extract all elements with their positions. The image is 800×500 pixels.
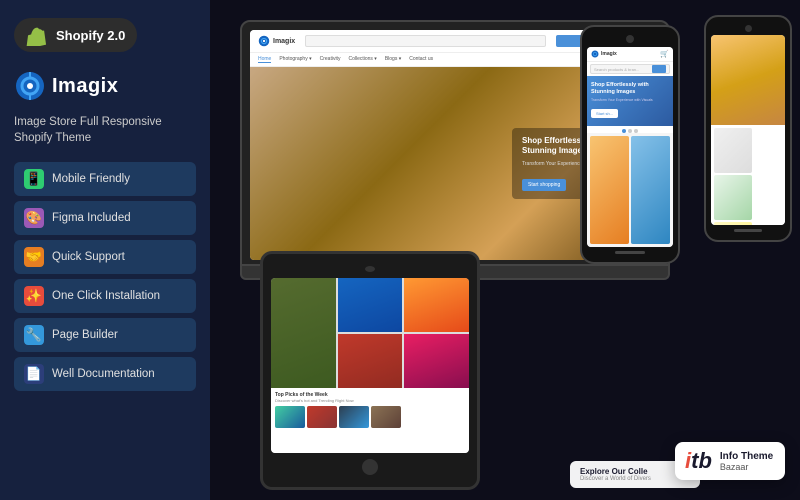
tablet-thumb-1 xyxy=(275,406,305,428)
tablet-thumb-2 xyxy=(307,406,337,428)
mobile-search: Search products & bran... xyxy=(590,64,670,74)
feature-label-one-click: One Click Installation xyxy=(52,290,160,302)
tablet-screen: Top Picks of the Week Discover what's ho… xyxy=(271,278,469,453)
feature-label-page-builder: Page Builder xyxy=(52,329,118,341)
tablet-img-1 xyxy=(271,278,336,388)
mobile-mockup: Imagix 🛒 Search products & bran... Shop … xyxy=(580,25,680,264)
mobile-product-grid xyxy=(587,133,673,247)
explore-title: Explore Our Colle xyxy=(580,467,690,476)
mobile-friendly-icon: 📱 xyxy=(24,169,44,189)
nav-blogs: Blogs ▾ xyxy=(385,56,401,63)
tablet-img-2 xyxy=(338,278,403,332)
mobile-hero-title: Shop Effortlessly with Stunning Images xyxy=(591,82,669,96)
tablet-img-5 xyxy=(404,334,469,388)
mobile-search-text: Search products & bran... xyxy=(594,67,652,72)
mobile-header: Imagix 🛒 xyxy=(587,47,673,62)
mobile-logo-text: Imagix xyxy=(601,51,617,57)
mobile-product-2 xyxy=(631,136,670,244)
itb-title: Info Theme xyxy=(720,451,773,462)
tablet-img-3 xyxy=(404,278,469,332)
tablet-bottom: Top Picks of the Week Discover what's ho… xyxy=(271,388,469,453)
tablet-img-row xyxy=(275,406,465,428)
figma-included-icon: 🎨 xyxy=(24,208,44,228)
mobile-hero-btn: Start sh... xyxy=(591,109,618,118)
mobile-cart-icon: 🛒 xyxy=(660,50,669,58)
feature-documentation[interactable]: 📄 Well Documentation xyxy=(14,357,196,391)
brand-logo: Imagix xyxy=(14,70,196,102)
shopify-icon xyxy=(26,24,48,46)
brand-icon xyxy=(14,70,46,102)
site-logo-icon xyxy=(258,35,270,47)
mobile-hero-sub: Transform Your Experience with Visuals xyxy=(591,98,669,102)
left-panel: Shopify 2.0 Imagix Image Store Full Resp… xyxy=(0,0,210,500)
mobile-search-btn xyxy=(652,65,666,73)
itb-badge: itb Info Theme Bazaar xyxy=(675,442,785,480)
mobile-product-1 xyxy=(590,136,629,244)
mobile-mockup-2 xyxy=(704,15,792,242)
site-logo-small: Imagix xyxy=(258,35,295,47)
mobile-prod-c xyxy=(714,222,752,225)
site-search-bar xyxy=(305,35,546,47)
nav-collections: Collections ▾ xyxy=(348,56,376,63)
feature-figma-included[interactable]: 🎨 Figma Included xyxy=(14,201,196,235)
tablet-frame: Top Picks of the Week Discover what's ho… xyxy=(260,251,480,490)
mobile-content-bottom xyxy=(711,125,785,225)
mobile-camera-2 xyxy=(745,25,752,32)
page-builder-icon: 🔧 xyxy=(24,325,44,345)
nav-contact: Contact us xyxy=(409,56,433,63)
nav-photography: Photography ▾ xyxy=(279,56,311,63)
mobile-screen-2 xyxy=(711,35,785,225)
mobile-camera xyxy=(626,35,634,43)
feature-quick-support[interactable]: 🤝 Quick Support xyxy=(14,240,196,274)
feature-label-documentation: Well Documentation xyxy=(52,368,155,380)
tablet-home-btn xyxy=(362,459,378,475)
mobile-prod-b xyxy=(714,175,752,220)
tablet-bottom-sub: Discover what's hot and Trending Right N… xyxy=(275,398,465,403)
shopify-label: Shopify 2.0 xyxy=(56,28,125,43)
mobile-hero-img xyxy=(711,35,785,125)
mobile-frame-2 xyxy=(704,15,792,242)
mobile-prod-a xyxy=(714,128,752,173)
shopify-badge: Shopify 2.0 xyxy=(14,18,137,52)
documentation-icon: 📄 xyxy=(24,364,44,384)
quick-support-icon: 🤝 xyxy=(24,247,44,267)
tablet-camera xyxy=(365,266,375,272)
right-panel: Imagix 👤 Account 🛒 Shopping Home Photogr… xyxy=(210,0,800,500)
feature-page-builder[interactable]: 🔧 Page Builder xyxy=(14,318,196,352)
mobile-logo-icon xyxy=(591,50,599,58)
mobile-frame: Imagix 🛒 Search products & bran... Shop … xyxy=(580,25,680,264)
feature-list: 📱 Mobile Friendly 🎨 Figma Included 🤝 Qui… xyxy=(14,162,196,391)
tablet-img-grid xyxy=(271,278,469,388)
nav-home: Home xyxy=(258,56,271,63)
feature-label-mobile-friendly: Mobile Friendly xyxy=(52,173,130,185)
one-click-icon: ✨ xyxy=(24,286,44,306)
feature-label-quick-support: Quick Support xyxy=(52,251,125,263)
explore-subtitle: Discover a World of Divers xyxy=(580,476,690,482)
hero-btn: Start shopping xyxy=(522,179,566,191)
itb-logo: itb xyxy=(685,450,712,472)
mobile-home-line xyxy=(615,251,645,254)
tablet-content: Top Picks of the Week Discover what's ho… xyxy=(271,278,469,453)
tablet-thumb-4 xyxy=(371,406,401,428)
mobile-screen: Imagix 🛒 Search products & bran... Shop … xyxy=(587,47,673,247)
nav-creativity: Creativity xyxy=(320,56,341,63)
tablet-thumb-3 xyxy=(339,406,369,428)
feature-label-figma: Figma Included xyxy=(52,212,131,224)
brand-name: Imagix xyxy=(52,75,118,98)
site-logo-text: Imagix xyxy=(273,38,295,45)
tablet-img-4 xyxy=(338,334,403,388)
feature-one-click[interactable]: ✨ One Click Installation xyxy=(14,279,196,313)
itb-text: Info Theme Bazaar xyxy=(720,451,773,472)
tablet-mockup: Top Picks of the Week Discover what's ho… xyxy=(260,251,480,490)
devices-container: Imagix 👤 Account 🛒 Shopping Home Photogr… xyxy=(210,0,800,500)
itb-subtitle: Bazaar xyxy=(720,462,773,472)
theme-description: Image Store Full Responsive Shopify Them… xyxy=(14,114,196,146)
mobile-hero: Shop Effortlessly with Stunning Images T… xyxy=(587,76,673,126)
mobile-content: Imagix 🛒 Search products & bran... Shop … xyxy=(587,47,673,247)
mobile-home-line-2 xyxy=(734,229,762,232)
mobile-product-grid-2 xyxy=(714,128,782,225)
feature-mobile-friendly[interactable]: 📱 Mobile Friendly xyxy=(14,162,196,196)
